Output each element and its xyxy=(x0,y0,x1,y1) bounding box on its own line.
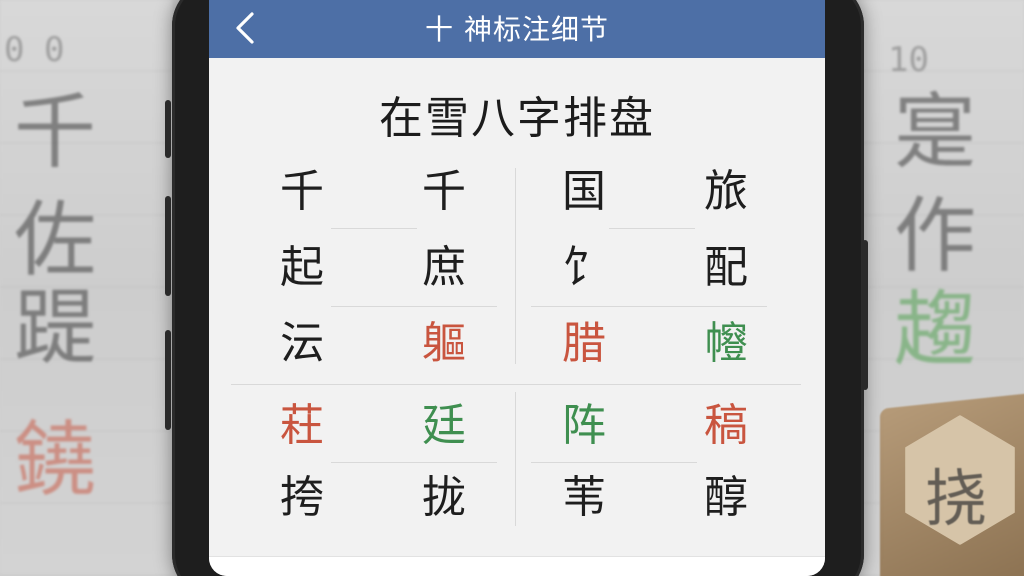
bg-number: 10 xyxy=(888,40,929,80)
chart-cell[interactable]: 醇 xyxy=(691,468,761,528)
row-divider xyxy=(331,306,497,307)
bg-char: 寔 xyxy=(894,85,977,180)
phone-side-button xyxy=(165,100,171,158)
header-title: 十 神标注细节 xyxy=(425,13,609,46)
chart-cell[interactable]: 苇 xyxy=(549,468,619,528)
column-divider xyxy=(515,392,516,526)
row-divider xyxy=(531,462,697,463)
hexagon-tile-char: 挠 xyxy=(925,462,988,535)
chart-cell[interactable]: 阵 xyxy=(549,396,619,456)
bg-char: 趨 xyxy=(894,283,977,378)
chart-cell[interactable]: 荰 xyxy=(267,396,337,456)
row-divider xyxy=(331,228,417,229)
chart-cell[interactable]: 稿 xyxy=(691,396,761,456)
phone-power-button xyxy=(862,240,868,390)
page-heading: 在雪八字排盘 xyxy=(379,93,655,144)
chart-cell[interactable]: 廷 xyxy=(409,396,479,456)
chart-cell[interactable]: 挎 xyxy=(267,468,337,528)
section-divider xyxy=(231,384,801,385)
bg-char: 鐃 xyxy=(14,413,97,508)
bg-char: 踶 xyxy=(14,281,97,376)
chart-cell[interactable]: 㡧 xyxy=(691,314,761,374)
header-bar: 十 神标注细节 xyxy=(209,0,825,58)
row-divider xyxy=(331,462,497,463)
bottom-bar xyxy=(209,556,825,576)
chart-cell[interactable]: 千 xyxy=(409,162,479,222)
chart-cell[interactable]: 沄 xyxy=(267,314,337,374)
chart-cell[interactable]: 国 xyxy=(549,162,619,222)
bg-char: 作 xyxy=(894,189,977,284)
chart-cell[interactable]: 拢 xyxy=(409,468,479,528)
chart-cell[interactable]: 軀 xyxy=(409,314,479,374)
chart-cell[interactable]: 旅 xyxy=(691,162,761,222)
bg-char: 千 xyxy=(14,85,97,180)
chart-cell[interactable]: 千 xyxy=(267,162,337,222)
chart-cell[interactable]: 起 xyxy=(267,238,337,298)
row-divider xyxy=(609,228,695,229)
row-divider xyxy=(531,306,767,307)
phone-side-button xyxy=(165,330,171,430)
bg-number: 0 xyxy=(4,30,25,70)
phone-side-button xyxy=(165,196,171,296)
bg-number: 0 xyxy=(44,30,65,70)
phone-screen: 十 神标注细节 在雪八字排盘 千 千 国 旅 起 庶 饣 配 沄 軀 腊 㡧 荰… xyxy=(209,0,825,576)
chart-cell[interactable]: 腊 xyxy=(549,314,619,374)
chart-cell[interactable]: 饣 xyxy=(549,238,619,298)
chart-cell[interactable]: 庶 xyxy=(409,238,479,298)
column-divider xyxy=(515,168,516,364)
bg-char: 佐 xyxy=(14,193,97,288)
chart-cell[interactable]: 配 xyxy=(691,238,761,298)
background-left-panel: 0 0 千 佐 踶 鐃 xyxy=(0,0,172,576)
